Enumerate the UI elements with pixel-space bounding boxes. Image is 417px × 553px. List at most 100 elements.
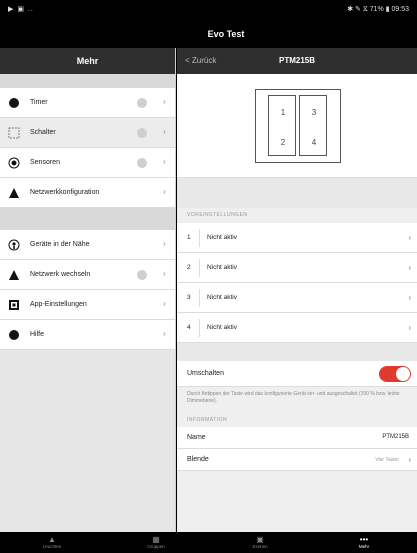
tab-szenen[interactable]: ▣ Szenen bbox=[208, 532, 312, 553]
chevron-right-icon: › bbox=[163, 97, 166, 106]
sidebar-spacer bbox=[0, 74, 175, 88]
toggle-label: Umschalten bbox=[187, 370, 224, 377]
sidebar-item-app-einstellungen[interactable]: App-Einstellungen › bbox=[0, 290, 175, 320]
nearby-devices-icon bbox=[8, 239, 20, 251]
status-dot bbox=[137, 98, 147, 108]
sidebar-item-timer[interactable]: Timer › bbox=[0, 88, 175, 118]
chevron-right-icon: › bbox=[163, 269, 166, 278]
chevron-right-icon: › bbox=[163, 157, 166, 166]
timer-icon bbox=[9, 98, 19, 108]
sidebar-item-sensoren[interactable]: Sensoren › bbox=[0, 148, 175, 178]
switch-network-icon bbox=[9, 270, 19, 280]
sidebar-item-label: Netzwerk wechseln bbox=[30, 271, 91, 278]
sidebar-item-label: Timer bbox=[30, 99, 48, 106]
tab-label: Leuchten bbox=[42, 544, 62, 549]
sidebar-item-netzwerkkonfiguration[interactable]: Netzwerkkonfiguration › bbox=[0, 178, 175, 208]
sidebar-spacer bbox=[0, 208, 175, 230]
chevron-right-icon: › bbox=[163, 239, 166, 248]
tab-leuchten[interactable]: ▲ Leuchten bbox=[0, 532, 104, 553]
chevron-right-icon: › bbox=[163, 187, 166, 196]
chevron-right-icon: › bbox=[163, 329, 166, 338]
chevron-right-icon: › bbox=[408, 323, 411, 332]
preset-row[interactable]: 1 Nicht aktiv › bbox=[177, 223, 417, 253]
sidebar-title: Mehr bbox=[0, 48, 175, 74]
button-number: 2 bbox=[280, 138, 286, 147]
presets-section-label: VOREINSTELLUNGEN bbox=[187, 212, 248, 218]
chevron-right-icon: › bbox=[408, 233, 411, 242]
info-value: PTM215B bbox=[382, 434, 409, 440]
network-config-icon bbox=[9, 188, 19, 198]
toggle-hint: Durch Antippen der Taste wird das konfig… bbox=[177, 387, 417, 413]
lamp-icon: ▲ bbox=[48, 535, 56, 544]
tab-label: Mehr bbox=[358, 544, 370, 549]
sidebar-item-label: Hilfe bbox=[30, 331, 45, 338]
info-key: Name bbox=[187, 434, 206, 441]
chevron-right-icon: › bbox=[163, 299, 166, 308]
status-bar: ▶ ▣ .. ✱ ✎ ⧖ 71% ▮ 09:53 bbox=[0, 0, 417, 18]
sidebar-item-label: Geräte in der Nähe bbox=[30, 241, 90, 248]
section-spacer bbox=[177, 343, 417, 361]
toggle-knob bbox=[396, 367, 410, 381]
sidebar-item-label: Sensoren bbox=[30, 159, 60, 166]
preset-row[interactable]: 2 Nicht aktiv › bbox=[177, 253, 417, 283]
divider bbox=[199, 259, 200, 277]
sidebar-item-label: App-Einstellungen bbox=[30, 301, 87, 308]
tab-mehr[interactable]: ••• Mehr bbox=[312, 532, 416, 553]
chevron-right-icon: › bbox=[408, 293, 411, 302]
rocker-left[interactable]: 1 2 bbox=[268, 95, 296, 156]
groups-icon: ▦ bbox=[152, 535, 160, 544]
tab-gruppen[interactable]: ▦ Gruppen bbox=[104, 532, 208, 553]
device-preview: 1 2 3 4 bbox=[177, 74, 417, 178]
tab-bar: ▲ Leuchten ▦ Gruppen ▣ Szenen ••• Mehr bbox=[0, 532, 417, 553]
sidebar-item-label: Schalter bbox=[30, 129, 56, 136]
more-icon: ••• bbox=[359, 535, 369, 544]
status-left: ▶ ▣ .. bbox=[8, 6, 34, 13]
status-dot bbox=[137, 158, 147, 168]
sidebar-item-schalter[interactable]: Schalter › bbox=[0, 118, 175, 148]
switch-icon bbox=[8, 127, 20, 139]
detail-header: < Zurück PTM215B bbox=[177, 48, 417, 74]
divider bbox=[199, 229, 200, 247]
preset-row[interactable]: 4 Nicht aktiv › bbox=[177, 313, 417, 343]
app-settings-icon bbox=[9, 300, 19, 310]
tab-label: Gruppen bbox=[147, 544, 165, 549]
preset-row[interactable]: 3 Nicht aktiv › bbox=[177, 283, 417, 313]
preset-value: Nicht aktiv bbox=[207, 234, 237, 241]
status-dot bbox=[137, 270, 147, 280]
sensor-icon bbox=[8, 157, 20, 169]
info-row-name: Name PTM215B bbox=[177, 427, 417, 449]
preset-number: 2 bbox=[187, 264, 191, 271]
preset-value: Nicht aktiv bbox=[207, 294, 237, 301]
sidebar-item-label: Netzwerkkonfiguration bbox=[30, 189, 100, 196]
switch-frame: 1 2 3 4 bbox=[255, 89, 341, 163]
chevron-right-icon: › bbox=[163, 127, 166, 136]
info-key: Blende bbox=[187, 456, 209, 463]
section-spacer bbox=[177, 178, 417, 208]
preset-number: 3 bbox=[187, 294, 191, 301]
preset-value: Nicht aktiv bbox=[207, 264, 237, 271]
detail-pane: < Zurück PTM215B 1 2 3 4 VOREINSTELLUNGE… bbox=[177, 48, 417, 532]
umschalten-toggle[interactable] bbox=[379, 366, 411, 382]
info-value: Vier Taster bbox=[375, 457, 399, 463]
button-number: 4 bbox=[311, 138, 317, 147]
status-dot bbox=[137, 128, 147, 138]
preset-value: Nicht aktiv bbox=[207, 324, 237, 331]
info-row-blende[interactable]: Blende Vier Taster › bbox=[177, 449, 417, 471]
sidebar: Mehr Timer › Schalter › Sensoren › Netzw… bbox=[0, 48, 176, 532]
sidebar-item-netzwerk-wechseln[interactable]: Netzwerk wechseln › bbox=[0, 260, 175, 290]
divider bbox=[199, 319, 200, 337]
sidebar-item-hilfe[interactable]: Hilfe › bbox=[0, 320, 175, 350]
scenes-icon: ▣ bbox=[256, 535, 264, 544]
rocker-right[interactable]: 3 4 bbox=[299, 95, 327, 156]
button-number: 1 bbox=[280, 108, 286, 117]
preset-number: 4 bbox=[187, 324, 191, 331]
tab-label: Szenen bbox=[252, 544, 268, 549]
toggle-row: Umschalten bbox=[177, 361, 417, 387]
divider bbox=[199, 289, 200, 307]
sidebar-item-geraete-in-der-naehe[interactable]: Geräte in der Nähe › bbox=[0, 230, 175, 260]
chevron-right-icon: › bbox=[408, 263, 411, 272]
app-title: Evo Test bbox=[207, 29, 245, 39]
page-title: PTM215B bbox=[278, 56, 315, 65]
info-section-label: INFORMATION bbox=[187, 417, 228, 423]
chevron-right-icon: › bbox=[408, 455, 411, 464]
